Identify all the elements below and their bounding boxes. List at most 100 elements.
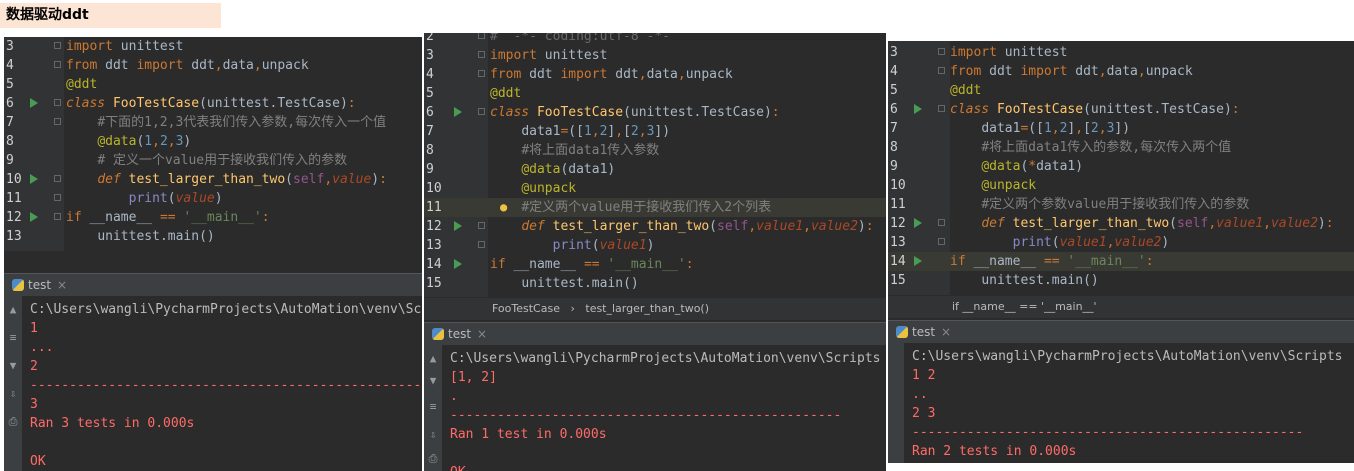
- code-line[interactable]: 5 @ddt: [888, 81, 1354, 100]
- code-line[interactable]: 12 def test_larger_than_two(self,value1,…: [888, 214, 1354, 233]
- run-gutter-icon[interactable]: [914, 104, 922, 114]
- code-line[interactable]: 8 #将上面data1传入参数: [424, 141, 886, 160]
- scroll-end-icon[interactable]: ⇩: [427, 429, 439, 441]
- fold-icon[interactable]: [54, 99, 61, 106]
- code-line[interactable]: 5 @ddt: [424, 84, 886, 103]
- code-line[interactable]: 11 #定义两个参数value用于接收我们传入的参数: [888, 195, 1354, 214]
- code-line[interactable]: 10 @unpack: [424, 179, 886, 198]
- fold-icon[interactable]: [478, 51, 485, 58]
- code-line[interactable]: 6 class FooTestCase(unittest.TestCase):: [4, 94, 422, 113]
- console-line: C:\Users\wangli\PycharmProjects\AutoMati…: [912, 349, 1343, 364]
- code-text: def test_larger_than_two(self,value1,val…: [981, 216, 1334, 231]
- code-line[interactable]: 7 #下面的1,2,3代表我们传入参数,每次传入一个值: [4, 113, 422, 132]
- line-number: 7: [426, 124, 434, 139]
- wrap-icon[interactable]: ≡: [427, 401, 439, 413]
- breadcrumb-item[interactable]: if __name__ == '__main__': [952, 300, 1097, 313]
- code-line[interactable]: 13 print(value1,value2): [888, 233, 1354, 252]
- print-icon[interactable]: ⎙: [427, 453, 439, 465]
- code-line[interactable]: 12 def test_larger_than_two(self,value1,…: [424, 217, 886, 236]
- fold-icon[interactable]: [938, 67, 945, 74]
- run-gutter-icon[interactable]: [454, 107, 462, 117]
- fold-icon[interactable]: [478, 108, 485, 115]
- run-gutter-icon[interactable]: [30, 98, 38, 108]
- code-line[interactable]: 9 @data(data1): [424, 160, 886, 179]
- code-line[interactable]: 15 unittest.main(): [424, 274, 886, 293]
- code-line[interactable]: 6 class FooTestCase(unittest.TestCase):: [888, 100, 1354, 119]
- code-line[interactable]: 11 print(value): [4, 189, 422, 208]
- fold-icon[interactable]: [54, 42, 61, 49]
- code-line[interactable]: 8 @data(1,2,3): [4, 132, 422, 151]
- code-line[interactable]: 7 data1=([1,2],[2,3]): [424, 122, 886, 141]
- close-icon[interactable]: ×: [57, 278, 67, 292]
- code-line[interactable]: 6 class FooTestCase(unittest.TestCase):: [424, 103, 886, 122]
- fold-icon[interactable]: [478, 241, 485, 248]
- scroll-end-icon[interactable]: ⇩: [7, 388, 19, 400]
- fold-icon[interactable]: [938, 238, 945, 245]
- code-line[interactable]: 4 from ddt import ddt,data,unpack: [888, 62, 1354, 81]
- run-console[interactable]: ▲ ≡ ▼ ⇩ ⎙ C:\Users\wangli\PycharmProject…: [4, 296, 422, 471]
- code-line[interactable]: 13 print(value1): [424, 236, 886, 255]
- breadcrumb[interactable]: FooTestCase › test_larger_than_two(): [424, 298, 886, 320]
- run-tab[interactable]: test ×: [12, 278, 67, 292]
- fold-icon[interactable]: [938, 48, 945, 55]
- fold-icon[interactable]: [478, 222, 485, 229]
- code-line[interactable]: 10 def test_larger_than_two(self,value):: [4, 170, 422, 189]
- code-line[interactable]: 4 from ddt import ddt,data,unpack: [4, 56, 422, 75]
- code-editor[interactable]: 3 import unittest 4 from ddt import ddt,dat…: [888, 41, 1354, 295]
- fold-icon[interactable]: [938, 219, 945, 226]
- fold-icon[interactable]: [54, 194, 61, 201]
- code-line[interactable]: 9 @data(*data1): [888, 157, 1354, 176]
- arrow-down-icon[interactable]: ▼: [427, 375, 439, 387]
- code-line[interactable]: 9 # 定义一个value用于接收我们传入的参数: [4, 151, 422, 170]
- breadcrumb-item[interactable]: FooTestCase: [492, 302, 560, 315]
- line-number: 3: [890, 45, 898, 60]
- code-line[interactable]: 7 data1=([1,2],[2,3]): [888, 119, 1354, 138]
- fold-icon[interactable]: [54, 118, 61, 125]
- breadcrumb-item[interactable]: test_larger_than_two(): [585, 302, 709, 315]
- fold-icon[interactable]: [54, 175, 61, 182]
- run-gutter-icon[interactable]: [30, 212, 38, 222]
- close-icon[interactable]: ×: [941, 325, 951, 339]
- run-gutter-icon[interactable]: [914, 218, 922, 228]
- arrow-down-icon[interactable]: ▼: [7, 360, 19, 372]
- line-number: 8: [890, 140, 898, 155]
- code-line[interactable]: 13 unittest.main(): [4, 227, 422, 246]
- run-gutter-icon[interactable]: [30, 174, 38, 184]
- fold-icon[interactable]: [54, 213, 61, 220]
- line-number: 11: [426, 200, 442, 215]
- code-line[interactable]: 5 @ddt: [4, 75, 422, 94]
- run-gutter-icon[interactable]: [454, 259, 462, 269]
- code-line[interactable]: 8 #将上面data1传入的参数,每次传入两个值: [888, 138, 1354, 157]
- run-gutter-icon[interactable]: [454, 221, 462, 231]
- code-line[interactable]: 2 # -*- coding:utf-8 -*-: [424, 33, 886, 46]
- run-gutter-icon[interactable]: [914, 256, 922, 266]
- fold-icon[interactable]: [478, 70, 485, 77]
- console-line: ----------------------------------------…: [30, 378, 422, 393]
- run-tab[interactable]: test ×: [432, 327, 487, 341]
- code-line[interactable]: 10 @unpack: [888, 176, 1354, 195]
- code-line[interactable]: 15 unittest.main(): [888, 271, 1354, 290]
- wrap-icon[interactable]: ≡: [7, 332, 19, 344]
- fold-icon[interactable]: [938, 105, 945, 112]
- code-line[interactable]: 12 if __name__ == '__main__':: [4, 208, 422, 227]
- code-line[interactable]: 3 import unittest: [888, 43, 1354, 62]
- code-line[interactable]: 14 if __name__ == '__main__':: [888, 252, 1354, 271]
- line-number: 11: [6, 191, 22, 206]
- close-icon[interactable]: ×: [477, 327, 487, 341]
- code-line[interactable]: 11 ● #定义两个value用于接收我们传入2个列表: [424, 198, 886, 217]
- print-icon[interactable]: ⎙: [7, 416, 19, 428]
- code-line[interactable]: 3 import unittest: [424, 46, 886, 65]
- code-line[interactable]: 14 if __name__ == '__main__':: [424, 255, 886, 274]
- breadcrumb[interactable]: if __name__ == '__main__': [888, 296, 1354, 318]
- run-console[interactable]: C:\Users\wangli\PycharmProjects\AutoMati…: [888, 343, 1354, 463]
- run-console[interactable]: ▲ ▼ ≡ ⇩ ⎙ C:\Users\wangli\PycharmProject…: [424, 345, 886, 471]
- fold-icon[interactable]: [478, 33, 485, 39]
- code-line[interactable]: 3 import unittest: [4, 37, 422, 56]
- code-editor[interactable]: 3 import unittest 4 from ddt import ddt,dat…: [4, 37, 422, 251]
- arrow-up-icon[interactable]: ▲: [7, 304, 19, 316]
- code-editor[interactable]: 2 # -*- coding:utf-8 -*- 3 import unittest 4…: [424, 33, 886, 297]
- code-line[interactable]: 4 from ddt import ddt,data,unpack: [424, 65, 886, 84]
- run-tab[interactable]: test ×: [896, 325, 951, 339]
- fold-icon[interactable]: [54, 61, 61, 68]
- arrow-up-icon[interactable]: ▲: [427, 353, 439, 365]
